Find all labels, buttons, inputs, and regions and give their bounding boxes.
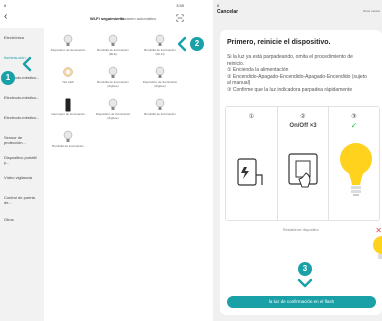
device-label: Dispositivo de iluminación (Zigbee) xyxy=(142,80,178,88)
light-strip-icon xyxy=(63,67,73,77)
sidebar-item-electronics[interactable]: Electrónica xyxy=(4,35,42,40)
bulb-icon xyxy=(155,98,165,110)
device-label: Dispositivo de iluminación (Zigbee) xyxy=(95,112,131,120)
reset-note: Restablecer dispositivo xyxy=(283,228,319,232)
chevron-down-icon xyxy=(297,278,313,288)
bulb-icon xyxy=(155,66,165,78)
device-label: Bombilla de iluminación xyxy=(52,144,84,148)
step-toggle-switch: ② On/Off ×3 xyxy=(277,107,328,220)
step-power-on: ① xyxy=(226,107,277,220)
sidebar-item-sensor[interactable]: Sensor de protección... xyxy=(4,135,42,145)
back-button[interactable]: ‹ xyxy=(4,12,7,22)
reset-device-screen: 8 Cancelar Otros modos Primero, reinicie… xyxy=(213,0,382,321)
tab-auto-scan[interactable]: Escaneo automático xyxy=(120,16,156,21)
tutorial-screenshot: 8 3:59 ‹ Wi-Fi seguimiento Escaneo autom… xyxy=(0,0,382,321)
card-title: Primero, reinicie el dispositivo. xyxy=(227,39,331,46)
step-number: ① xyxy=(248,114,255,120)
sidebar-item-portable[interactable]: Dispositivo portátil y... xyxy=(4,155,42,165)
device-label: Tira LED xyxy=(62,80,74,84)
check-icon: ✓ xyxy=(350,121,358,130)
step-number: ③ xyxy=(351,114,357,120)
device-tile[interactable]: Bombilla de iluminación (BLE) xyxy=(95,34,131,58)
sidebar-item-door-control[interactable]: Control de puerta de... xyxy=(4,195,42,205)
device-tile[interactable]: Dispositivo de iluminación (Zigbee) xyxy=(142,66,178,90)
device-label: Bombilla de iluminación (Zigbee) xyxy=(97,80,129,88)
bulb-icon xyxy=(108,66,118,78)
status-time: 8 xyxy=(4,3,7,8)
instruction-line: ③ Confirme que la luz indicadora parpade… xyxy=(227,86,353,93)
callout-badge: 3 xyxy=(298,262,312,276)
device-label: Bombilla de iluminación xyxy=(144,112,176,116)
cancel-button[interactable]: Cancelar xyxy=(217,9,238,15)
callout-badge: 2 xyxy=(190,37,204,51)
scan-icon[interactable] xyxy=(176,14,184,22)
lit-bulb-icon xyxy=(340,143,372,196)
sidebar-item-video[interactable]: Vídeo vigilancia xyxy=(4,175,42,180)
device-label: Dispositivo de iluminación xyxy=(50,48,86,52)
chevron-left-icon xyxy=(22,56,32,72)
sidebar-item-appliance-3[interactable]: Electrodo-méstico... xyxy=(4,115,42,120)
bulb-icon xyxy=(108,34,118,46)
error-x-icon: ✕ xyxy=(375,226,382,235)
onoff-caption: On/Off ×3 xyxy=(289,123,317,129)
bulb-icon xyxy=(373,236,382,259)
step-confirm-flashing: ③ ✓ xyxy=(328,107,379,220)
power-plug-icon xyxy=(237,158,263,186)
callout-badge: 1 xyxy=(1,71,15,85)
device-tile[interactable]: Bombilla de iluminación xyxy=(50,130,86,154)
device-tile[interactable]: Dispositivo de iluminación (Zigbee) xyxy=(95,98,131,122)
device-label: Interruptor de iluminación xyxy=(51,112,85,116)
device-tile[interactable]: Bombilla de iluminación (Wi-Fi) xyxy=(142,34,178,58)
device-grid: Dispositivo de iluminación Bombilla de i… xyxy=(46,30,184,321)
bulb-icon xyxy=(63,130,73,142)
device-label: Bombilla de iluminación (BLE) xyxy=(97,48,129,56)
sidebar-item-others[interactable]: Otros xyxy=(4,217,42,222)
device-tile[interactable]: Bombilla de iluminación xyxy=(142,98,178,122)
bulb-icon xyxy=(63,34,73,46)
device-tile[interactable]: Bombilla de iluminación (Zigbee) xyxy=(95,66,131,90)
switch-icon xyxy=(65,98,71,112)
add-device-screen: 8 3:59 ‹ Wi-Fi seguimiento Escaneo autom… xyxy=(0,0,188,321)
status-bar: 8 3:59 xyxy=(4,3,184,11)
reset-steps-illustration: ① ② On/Off ×3 ③ ✓ xyxy=(225,106,380,221)
step-number: ② xyxy=(300,114,306,120)
instructions-text: Si la luz ya está parpadeando, omita el … xyxy=(227,54,379,93)
other-modes-link[interactable]: Otros modos xyxy=(363,9,380,13)
chevron-left-icon xyxy=(177,36,187,52)
sidebar-item-appliance-2[interactable]: Electrodo-méstico... xyxy=(4,95,42,100)
device-label: Bombilla de iluminación (Wi-Fi) xyxy=(144,48,176,56)
device-tile[interactable]: Tira LED xyxy=(50,66,86,90)
bulb-icon xyxy=(155,34,165,46)
device-tile[interactable]: Interruptor de iluminación xyxy=(50,98,86,122)
status-clock: 3:59 xyxy=(176,3,184,8)
confirm-flashing-button[interactable]: la luz de confirmación en el flash xyxy=(227,296,376,308)
wall-switch-icon xyxy=(288,153,318,188)
bulb-icon xyxy=(108,98,118,110)
status-time: 8 xyxy=(217,3,220,8)
device-tile[interactable]: Dispositivo de iluminación xyxy=(50,34,86,58)
